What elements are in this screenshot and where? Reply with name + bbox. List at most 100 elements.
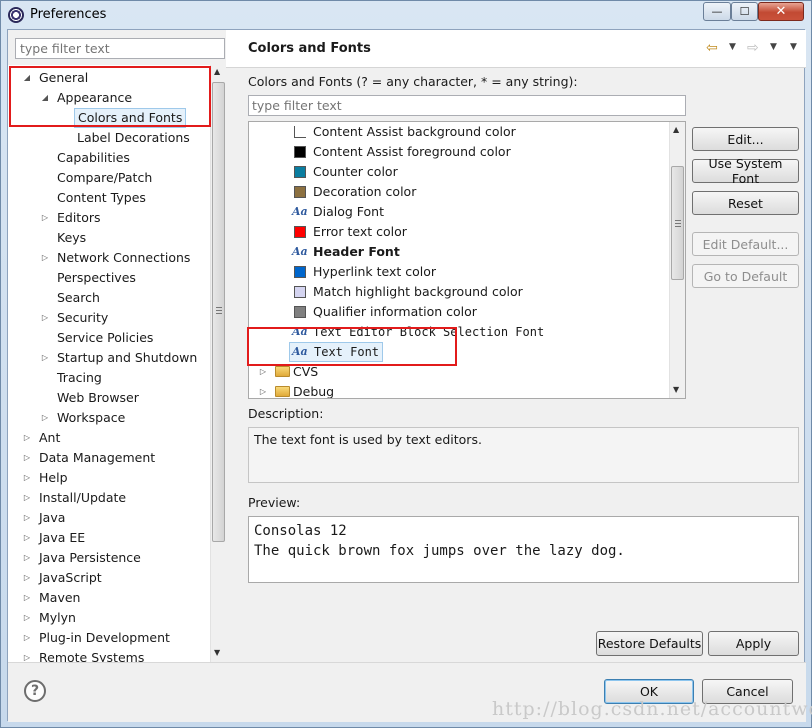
scroll-down-arrow-icon[interactable]: ▼ xyxy=(673,385,679,394)
edit-default-button[interactable]: Edit Default... xyxy=(692,232,799,256)
category-item[interactable]: ▷ CVS xyxy=(249,362,669,382)
maximize-button[interactable]: ☐ xyxy=(731,2,758,21)
list-scrollbar-thumb[interactable] xyxy=(671,166,684,280)
tree-item-label: Data Management xyxy=(39,450,156,465)
tree-item[interactable]: Search xyxy=(8,288,210,308)
scroll-up-arrow-icon[interactable]: ▲ xyxy=(673,125,679,134)
collapsed-arrow-icon[interactable]: ▷ xyxy=(22,488,32,508)
tree-item[interactable]: ▷ Workspace xyxy=(8,408,210,428)
tree-item[interactable]: Content Types xyxy=(8,188,210,208)
tree-item[interactable]: ▷ Editors xyxy=(8,208,210,228)
collapsed-arrow-icon[interactable]: ▷ xyxy=(258,362,268,382)
color-font-item[interactable]: Content Assist background color xyxy=(249,122,669,142)
collapsed-arrow-icon[interactable]: ▷ xyxy=(22,548,32,568)
scroll-up-arrow-icon[interactable]: ▲ xyxy=(214,67,220,76)
color-font-item[interactable]: Hyperlink text color xyxy=(249,262,669,282)
tree-item[interactable]: ▷ Maven xyxy=(8,588,210,608)
tree-item-label: Service Policies xyxy=(57,330,154,345)
color-font-item[interactable]: Aa Text Editor Block Selection Font xyxy=(249,322,669,342)
use-system-font-button[interactable]: Use System Font xyxy=(692,156,799,186)
color-font-item[interactable]: Content Assist foreground color xyxy=(249,142,669,162)
preview-line-font-name: Consolas 12 xyxy=(254,523,347,539)
tree-item[interactable]: ▷ JavaScript xyxy=(8,568,210,588)
tree-item-label: Colors and Fonts xyxy=(74,108,187,128)
tree-item[interactable]: ◢ General xyxy=(8,68,210,88)
apply-button[interactable]: Apply xyxy=(708,631,799,656)
tree-item[interactable]: ▷ Install/Update xyxy=(8,488,210,508)
forward-arrow-icon[interactable]: ⇨ xyxy=(747,40,759,56)
tree-item[interactable]: ▷ Java Persistence xyxy=(8,548,210,568)
tree-item[interactable]: Web Browser xyxy=(8,388,210,408)
tree-scrollbar[interactable]: ▲ ▼ xyxy=(210,65,226,662)
color-font-item[interactable]: Error text color xyxy=(249,222,669,242)
collapsed-arrow-icon[interactable]: ▷ xyxy=(40,208,50,228)
collapsed-arrow-icon[interactable]: ▷ xyxy=(22,588,32,608)
collapsed-arrow-icon[interactable]: ▷ xyxy=(22,628,32,648)
tree-item[interactable]: ▷ Java xyxy=(8,508,210,528)
help-icon[interactable]: ? xyxy=(24,680,46,702)
close-button[interactable]: ✕ xyxy=(758,2,804,21)
collapsed-arrow-icon[interactable]: ▷ xyxy=(40,348,50,368)
expanded-arrow-icon[interactable]: ◢ xyxy=(40,88,50,108)
tree-item[interactable]: ▷ Mylyn xyxy=(8,608,210,628)
tree-item-label: Content Types xyxy=(57,190,146,205)
tree-scrollbar-thumb[interactable] xyxy=(212,82,225,542)
color-font-item[interactable]: Aa Dialog Font xyxy=(249,202,669,222)
tree-item[interactable]: Keys xyxy=(8,228,210,248)
tree-item[interactable]: Colors and Fonts xyxy=(8,108,210,128)
collapsed-arrow-icon[interactable]: ▷ xyxy=(22,468,32,488)
color-font-item[interactable]: Aa Header Font xyxy=(249,242,669,262)
item-label: Content Assist background color xyxy=(313,124,516,139)
tree-item[interactable]: ▷ Java EE xyxy=(8,528,210,548)
category-item[interactable]: ▷ Debug xyxy=(249,382,669,398)
font-icon: Aa xyxy=(292,345,308,358)
forward-history-dropdown-icon[interactable]: ▼ xyxy=(770,42,777,52)
list-scrollbar[interactable]: ▲ ▼ xyxy=(669,122,685,398)
view-menu-icon[interactable]: ▼ xyxy=(790,42,797,52)
collapsed-arrow-icon[interactable]: ▷ xyxy=(22,428,32,448)
color-font-item[interactable]: Counter color xyxy=(249,162,669,182)
tree-item[interactable]: Label Decorations xyxy=(8,128,210,148)
title-bar[interactable]: Preferences — ☐ ✕ xyxy=(1,1,812,29)
tree-item[interactable]: ▷ Ant xyxy=(8,428,210,448)
collapsed-arrow-icon[interactable]: ▷ xyxy=(22,608,32,628)
edit-button[interactable]: Edit... xyxy=(692,127,799,151)
go-to-default-button[interactable]: Go to Default xyxy=(692,264,799,288)
collapsed-arrow-icon[interactable]: ▷ xyxy=(40,248,50,268)
collapsed-arrow-icon[interactable]: ▷ xyxy=(22,508,32,528)
tree-item[interactable]: ▷ Data Management xyxy=(8,448,210,468)
colors-fonts-filter-input[interactable] xyxy=(248,95,686,116)
color-font-item[interactable]: Qualifier information color xyxy=(249,302,669,322)
expanded-arrow-icon[interactable]: ◢ xyxy=(22,68,32,88)
collapsed-arrow-icon[interactable]: ▷ xyxy=(40,408,50,428)
tree-item[interactable]: ▷ Network Connections xyxy=(8,248,210,268)
font-icon: Aa xyxy=(292,325,308,338)
tree-item[interactable]: Compare/Patch xyxy=(8,168,210,188)
tree-item[interactable]: Perspectives xyxy=(8,268,210,288)
tree-item[interactable]: Tracing xyxy=(8,368,210,388)
collapsed-arrow-icon[interactable]: ▷ xyxy=(258,382,268,398)
collapsed-arrow-icon[interactable]: ▷ xyxy=(22,568,32,588)
grip-line xyxy=(216,307,222,308)
collapsed-arrow-icon[interactable]: ▷ xyxy=(22,528,32,548)
restore-defaults-button[interactable]: Restore Defaults xyxy=(596,631,703,656)
tree-item[interactable]: ▷ Security xyxy=(8,308,210,328)
tree-item[interactable]: ▷ Plug-in Development xyxy=(8,628,210,648)
color-font-item[interactable]: Decoration color xyxy=(249,182,669,202)
back-history-dropdown-icon[interactable]: ▼ xyxy=(729,42,736,52)
tree-filter-input[interactable] xyxy=(15,38,225,59)
tree-item[interactable]: Service Policies xyxy=(8,328,210,348)
color-font-item[interactable]: Match highlight background color xyxy=(249,282,669,302)
tree-item[interactable]: Capabilities xyxy=(8,148,210,168)
reset-button[interactable]: Reset xyxy=(692,191,799,215)
color-swatch-icon xyxy=(294,186,306,198)
collapsed-arrow-icon[interactable]: ▷ xyxy=(40,308,50,328)
back-arrow-icon[interactable]: ⇦ xyxy=(706,40,718,56)
collapsed-arrow-icon[interactable]: ▷ xyxy=(22,448,32,468)
tree-item[interactable]: ▷ Help xyxy=(8,468,210,488)
color-font-item[interactable]: Text Font Aa xyxy=(249,342,669,362)
scroll-down-arrow-icon[interactable]: ▼ xyxy=(214,648,220,657)
tree-item[interactable]: ◢ Appearance xyxy=(8,88,210,108)
tree-item[interactable]: ▷ Startup and Shutdown xyxy=(8,348,210,368)
minimize-button[interactable]: — xyxy=(703,2,731,21)
